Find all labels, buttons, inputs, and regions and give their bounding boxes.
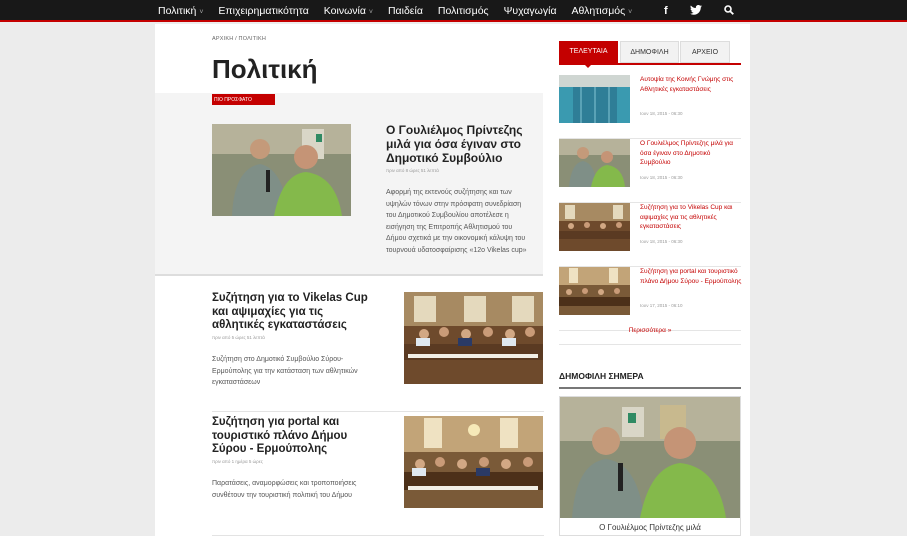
nav-item-label: Πολιτισμός	[437, 5, 489, 17]
featured-article-timestamp: πριν από 8 ώρες 51 λεπτά	[386, 168, 439, 173]
sidebar-item-date: Ιουν 17, 2015 - 06:10	[640, 303, 683, 308]
sidebar-item-date: Ιουν 18, 2015 - 06:30	[640, 175, 683, 180]
sidebar-item-title[interactable]: Ο Γουλιέλμος Πρίντεζης μιλά για όσα έγιν…	[640, 139, 742, 168]
latest-badge: ΠΙΟ ΠΡΟΣΦΑΤΟ	[212, 94, 275, 105]
sidebar-list-item: Ο Γουλιέλμος Πρίντεζης μιλά για όσα έγιν…	[559, 139, 741, 203]
page-title: Πολιτική	[212, 54, 318, 84]
popular-today-heading: ΔΗΜΟΦΙΛΗ ΣΗΜΕΡΑ	[559, 371, 741, 389]
sidebar-item-image[interactable]	[559, 139, 630, 187]
tab-popular[interactable]: ΔΗΜΟΦΙΛΗ	[620, 41, 679, 63]
article-timestamp: πριν από 1 ημέρα 5 ώρες	[212, 459, 263, 464]
nav-item-label: Ψυχαγωγία	[503, 5, 557, 17]
nav-item-label: Κοινωνία	[323, 5, 366, 17]
top-navigation-bar: Πολιτική ˅ Επιχειρηματικότητα Κοινωνία ˅…	[0, 0, 907, 22]
nav-item-label: Αθλητισμός	[571, 5, 626, 17]
breadcrumb[interactable]: ΑΡΧΙΚΗ / ΠΟΛΙΤΙΚΗ	[212, 36, 266, 42]
featured-article-title[interactable]: Ο Γουλιέλμος Πρίντεζης μιλά για όσα έγιν…	[386, 123, 526, 165]
nav-item-label: Παιδεία	[387, 5, 423, 17]
nav-item-epixeirimatikotita[interactable]: Επιχειρηματικότητα	[218, 5, 308, 17]
more-link[interactable]: Περισσότερα »	[559, 327, 741, 334]
nav-item-athlitismos[interactable]: Αθλητισμός ˅	[572, 5, 633, 17]
nav-item-label: Πολιτική	[158, 5, 197, 17]
article-title[interactable]: Συζήτηση για portal και τουριστικό πλάνο…	[212, 416, 372, 457]
article-item: Συζήτηση για το Vikelas Cup και αψιμαχίε…	[212, 292, 544, 412]
sidebar-item-image[interactable]	[559, 75, 630, 123]
tab-archive[interactable]: ΑΡΧΕΙΟ	[680, 41, 730, 63]
nav-item-paideia[interactable]: Παιδεία	[388, 5, 423, 17]
twitter-icon[interactable]	[689, 4, 702, 18]
divider	[559, 344, 741, 345]
sidebar-item-title[interactable]: Αυτοψία της Κοινής Γνώμης στις Αθλητικές…	[640, 75, 742, 94]
article-timestamp: πριν από 5 ώρες 51 λεπτά	[212, 335, 265, 340]
sidebar-item-image[interactable]	[559, 203, 630, 251]
sidebar-list-item: Αυτοψία της Κοινής Γνώμης στις Αθλητικές…	[559, 75, 741, 139]
sidebar-item-date: Ιουν 18, 2015 - 06:30	[640, 239, 683, 244]
article-image[interactable]	[404, 416, 543, 508]
nav-item-koinonia[interactable]: Κοινωνία ˅	[324, 5, 373, 17]
social-icons: f	[664, 0, 756, 22]
article-title[interactable]: Συζήτηση για το Vikelas Cup και αψιμαχίε…	[212, 292, 372, 333]
featured-article: ΠΙΟ ΠΡΟΣΦΑΤΟ Ο Γουλιέλμος Πρίντεζης μιλά…	[155, 93, 543, 276]
main-content-area: ΑΡΧΙΚΗ / ΠΟΛΙΤΙΚΗ Πολιτική ΠΙΟ ΠΡΟΣΦΑΤΟ …	[155, 24, 750, 536]
article-excerpt: Συζήτηση στο Δημοτικό Συμβούλιο Σύρου-Ερ…	[212, 356, 358, 386]
featured-article-image[interactable]	[212, 124, 351, 216]
article-excerpt: Παρατάσεις, αναμορφώσεις και τροποποιήσε…	[212, 480, 357, 499]
sidebar-item-date: Ιουν 18, 2015 - 06:30	[640, 111, 683, 116]
chevron-down-icon: ˅	[199, 9, 204, 16]
nav-item-psyxagogia[interactable]: Ψυχαγωγία	[504, 5, 557, 17]
chevron-down-icon: ˅	[368, 9, 373, 16]
article-image[interactable]	[404, 292, 543, 384]
nav-item-politismos[interactable]: Πολιτισμός	[438, 5, 489, 17]
sidebar-item-title[interactable]: Συζήτηση για portal και τουριστικό πλάνο…	[640, 267, 742, 286]
main-menu: Πολιτική ˅ Επιχειρηματικότητα Κοινωνία ˅…	[158, 0, 647, 22]
sidebar-tabs: ΤΕΛΕΥΤΑΙΑ ΔΗΜΟΦΙΛΗ ΑΡΧΕΙΟ	[559, 41, 741, 68]
facebook-icon[interactable]: f	[664, 5, 668, 17]
featured-article-excerpt: Αφορμή της εκτενούς συζήτησης και των υψ…	[386, 189, 527, 254]
popular-article-title[interactable]: Ο Γουλιέλμος Πρίντεζης μιλά	[560, 523, 740, 532]
nav-item-label: Επιχειρηματικότητα	[218, 5, 309, 17]
article-item: Συζήτηση για portal και τουριστικό πλάνο…	[212, 416, 544, 536]
nav-item-politiki[interactable]: Πολιτική ˅	[158, 5, 203, 17]
chevron-down-icon: ˅	[628, 9, 633, 16]
sidebar-item-image[interactable]	[559, 267, 630, 315]
tab-latest[interactable]: ΤΕΛΕΥΤΑΙΑ	[559, 41, 618, 68]
sidebar-list-item: Συζήτηση για το Vikelas Cup και αψιμαχίε…	[559, 203, 741, 267]
sidebar-item-title[interactable]: Συζήτηση για το Vikelas Cup και αψιμαχίε…	[640, 203, 742, 232]
popular-article-image[interactable]	[560, 397, 740, 518]
search-icon[interactable]	[723, 4, 734, 18]
popular-article-card[interactable]: Ο Γουλιέλμος Πρίντεζης μιλά	[559, 396, 741, 536]
sidebar-list-item: Συζήτηση για portal και τουριστικό πλάνο…	[559, 267, 741, 331]
